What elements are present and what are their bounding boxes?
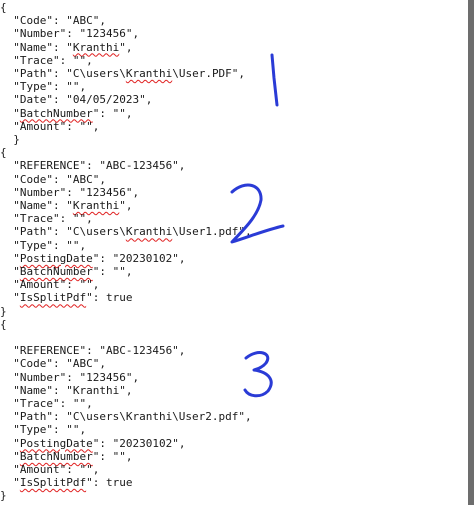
handwritten-annotations [230,53,285,398]
handwritten-number-3 [243,351,273,398]
handwritten-number-2 [230,183,285,244]
handwritten-number-1 [270,53,279,107]
